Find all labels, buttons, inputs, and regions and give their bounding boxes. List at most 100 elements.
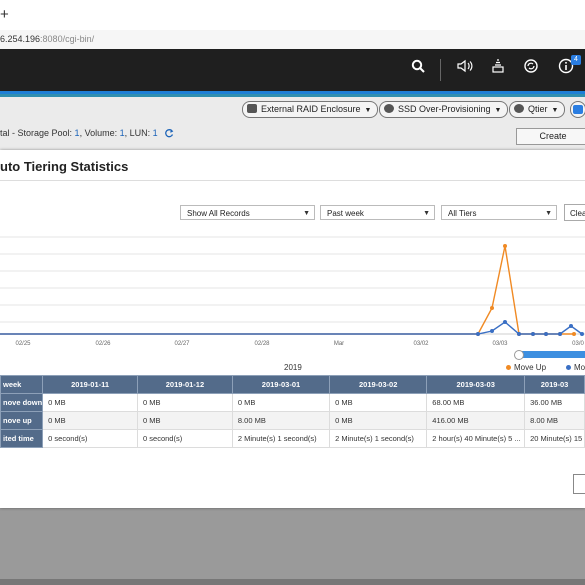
move-down-point[interactable] [490, 329, 494, 333]
table-cell: 0 MB [137, 393, 233, 412]
records-select-value: Show All Records [187, 209, 250, 218]
toolbar-divider [440, 59, 441, 81]
table-cell: 0 MB [42, 411, 139, 430]
year-label: 2019 [284, 363, 302, 372]
qtier-button[interactable]: Qtier ▼ [509, 101, 566, 118]
refresh-icon[interactable] [164, 128, 174, 138]
nas-top-bar [0, 49, 585, 91]
table-cell: 0 MB [329, 393, 428, 412]
clear-button[interactable]: Clea [564, 204, 585, 221]
table-cell: 20 Minute(s) 15 [524, 429, 585, 448]
table-header-cell: 2019-01-12 [137, 375, 233, 394]
raid-enclosure-icon [247, 104, 257, 113]
table-cell: 0 MB [329, 411, 428, 430]
legend-move-down-label: Mov [574, 363, 585, 372]
move-up-point[interactable] [572, 332, 576, 336]
sync-icon[interactable] [520, 58, 542, 80]
chevron-down-icon: ▼ [551, 107, 559, 114]
table-cell: 2 Minute(s) 1 second(s) [329, 429, 428, 448]
table-cell: 36.00 MB [524, 393, 585, 412]
breadcrumb-volume-label: , Volume: [79, 128, 120, 138]
table-header-cell: 2019-03 [524, 375, 585, 394]
range-slider-handle[interactable] [514, 350, 524, 360]
close-button[interactable] [573, 474, 585, 494]
move-down-point[interactable] [558, 332, 562, 336]
chevron-down-icon: ▼ [303, 210, 310, 217]
table-row: ited time 0 second(s) 0 second(s) 2 Minu… [0, 429, 585, 448]
move-down-point[interactable] [569, 324, 573, 328]
search-icon[interactable] [407, 58, 429, 80]
statistics-table: week 2019-01-11 2019-01-12 2019-03-01 20… [0, 375, 585, 448]
tiers-select-value: All Tiers [448, 209, 477, 218]
table-header-cell: week [0, 375, 44, 394]
table-row: nove down 0 MB 0 MB 0 MB 0 MB 68.00 MB 3… [0, 393, 585, 412]
x-tick-label: Mar [334, 341, 344, 347]
table-header-cell: 2019-03-02 [329, 375, 428, 394]
x-tick-label: 02/25 [15, 341, 31, 347]
volume-icon[interactable] [454, 58, 476, 80]
bottom-strip [0, 579, 585, 585]
breadcrumb: tal - Storage Pool: 1, Volume: 1, LUN: 1 [0, 128, 174, 138]
external-raid-button[interactable]: External RAID Enclosure ▼ [242, 101, 379, 118]
ssd-icon [384, 104, 394, 113]
chevron-down-icon: ▼ [545, 210, 552, 217]
breadcrumb-prefix: tal - Storage Pool: [0, 128, 75, 138]
x-tick-label: 02/27 [174, 341, 190, 347]
x-tick-label: 03/0 [572, 341, 584, 347]
orange-dot-icon [506, 365, 511, 370]
table-cell: 416.00 MB [426, 411, 526, 430]
more-button[interactable] [570, 101, 585, 118]
x-tick-label: 02/26 [95, 341, 111, 347]
tiers-select[interactable]: All Tiers ▼ [441, 205, 557, 220]
move-down-point[interactable] [503, 320, 507, 324]
row-label: ited time [0, 429, 44, 448]
create-button[interactable]: Create [516, 128, 585, 145]
url-path: :8080/cgi-bin/ [40, 34, 95, 44]
move-down-line [0, 321, 583, 335]
table-header-cell: 2019-03-03 [426, 375, 526, 394]
address-bar[interactable]: 6.254.196:8080/cgi-bin/ [0, 30, 585, 50]
table-cell: 8.00 MB [524, 411, 585, 430]
blue-dot-icon [566, 365, 571, 370]
tasks-icon[interactable] [487, 58, 509, 80]
tiering-chart: 02/25 02/26 02/27 02/28 Mar 03/02 03/03 03/0 [0, 236, 585, 347]
period-select[interactable]: Past week ▼ [320, 205, 435, 220]
table-header-row: week 2019-01-11 2019-01-12 2019-03-01 20… [0, 375, 585, 394]
legend-move-down[interactable]: Mov [566, 363, 585, 372]
row-label: nove down [0, 393, 44, 412]
table-header-cell: 2019-03-01 [231, 375, 331, 394]
url-host: 6.254.196 [0, 34, 41, 44]
x-tick-label: 03/03 [492, 341, 508, 347]
table-cell: 0 MB [137, 411, 233, 430]
move-down-point[interactable] [544, 332, 548, 336]
table-cell: 0 MB [42, 393, 139, 412]
notification-badge: 4 [571, 55, 581, 65]
storage-app-background: External RAID Enclosure ▼ SSD Over-Provis… [0, 97, 585, 152]
records-select[interactable]: Show All Records ▼ [180, 205, 315, 220]
x-tick-label: 03/02 [413, 341, 429, 347]
move-down-point[interactable] [580, 332, 584, 336]
move-down-point[interactable] [517, 332, 521, 336]
move-down-point[interactable] [531, 332, 535, 336]
move-up-line [0, 245, 574, 335]
range-slider-selection[interactable] [519, 351, 585, 358]
breadcrumb-lun[interactable]: 1 [153, 128, 158, 138]
range-slider-track[interactable] [0, 351, 585, 358]
legend-move-up-label: Move Up [514, 363, 547, 372]
ssd-overprovisioning-button[interactable]: SSD Over-Provisioning ▼ [379, 101, 509, 118]
ssd-overprovisioning-label: SSD Over-Provisioning [398, 104, 491, 114]
table-cell: 68.00 MB [426, 393, 526, 412]
legend-move-up[interactable]: Move Up [506, 363, 546, 372]
new-tab-button[interactable]: + [0, 6, 9, 23]
table-cell: 2 hour(s) 40 Minute(s) 5 ... [426, 429, 526, 448]
chevron-down-icon: ▼ [494, 107, 502, 114]
chevron-down-icon: ▼ [364, 107, 372, 114]
qtier-icon [514, 104, 524, 113]
title-divider [0, 180, 585, 181]
external-raid-label: External RAID Enclosure [261, 104, 361, 114]
more-icon [573, 105, 583, 114]
move-up-point[interactable] [503, 244, 507, 248]
move-down-point[interactable] [476, 332, 480, 336]
auto-tiering-dialog: uto Tiering Statistics Show All Records ▼… [0, 150, 585, 508]
move-up-point[interactable] [490, 306, 494, 310]
